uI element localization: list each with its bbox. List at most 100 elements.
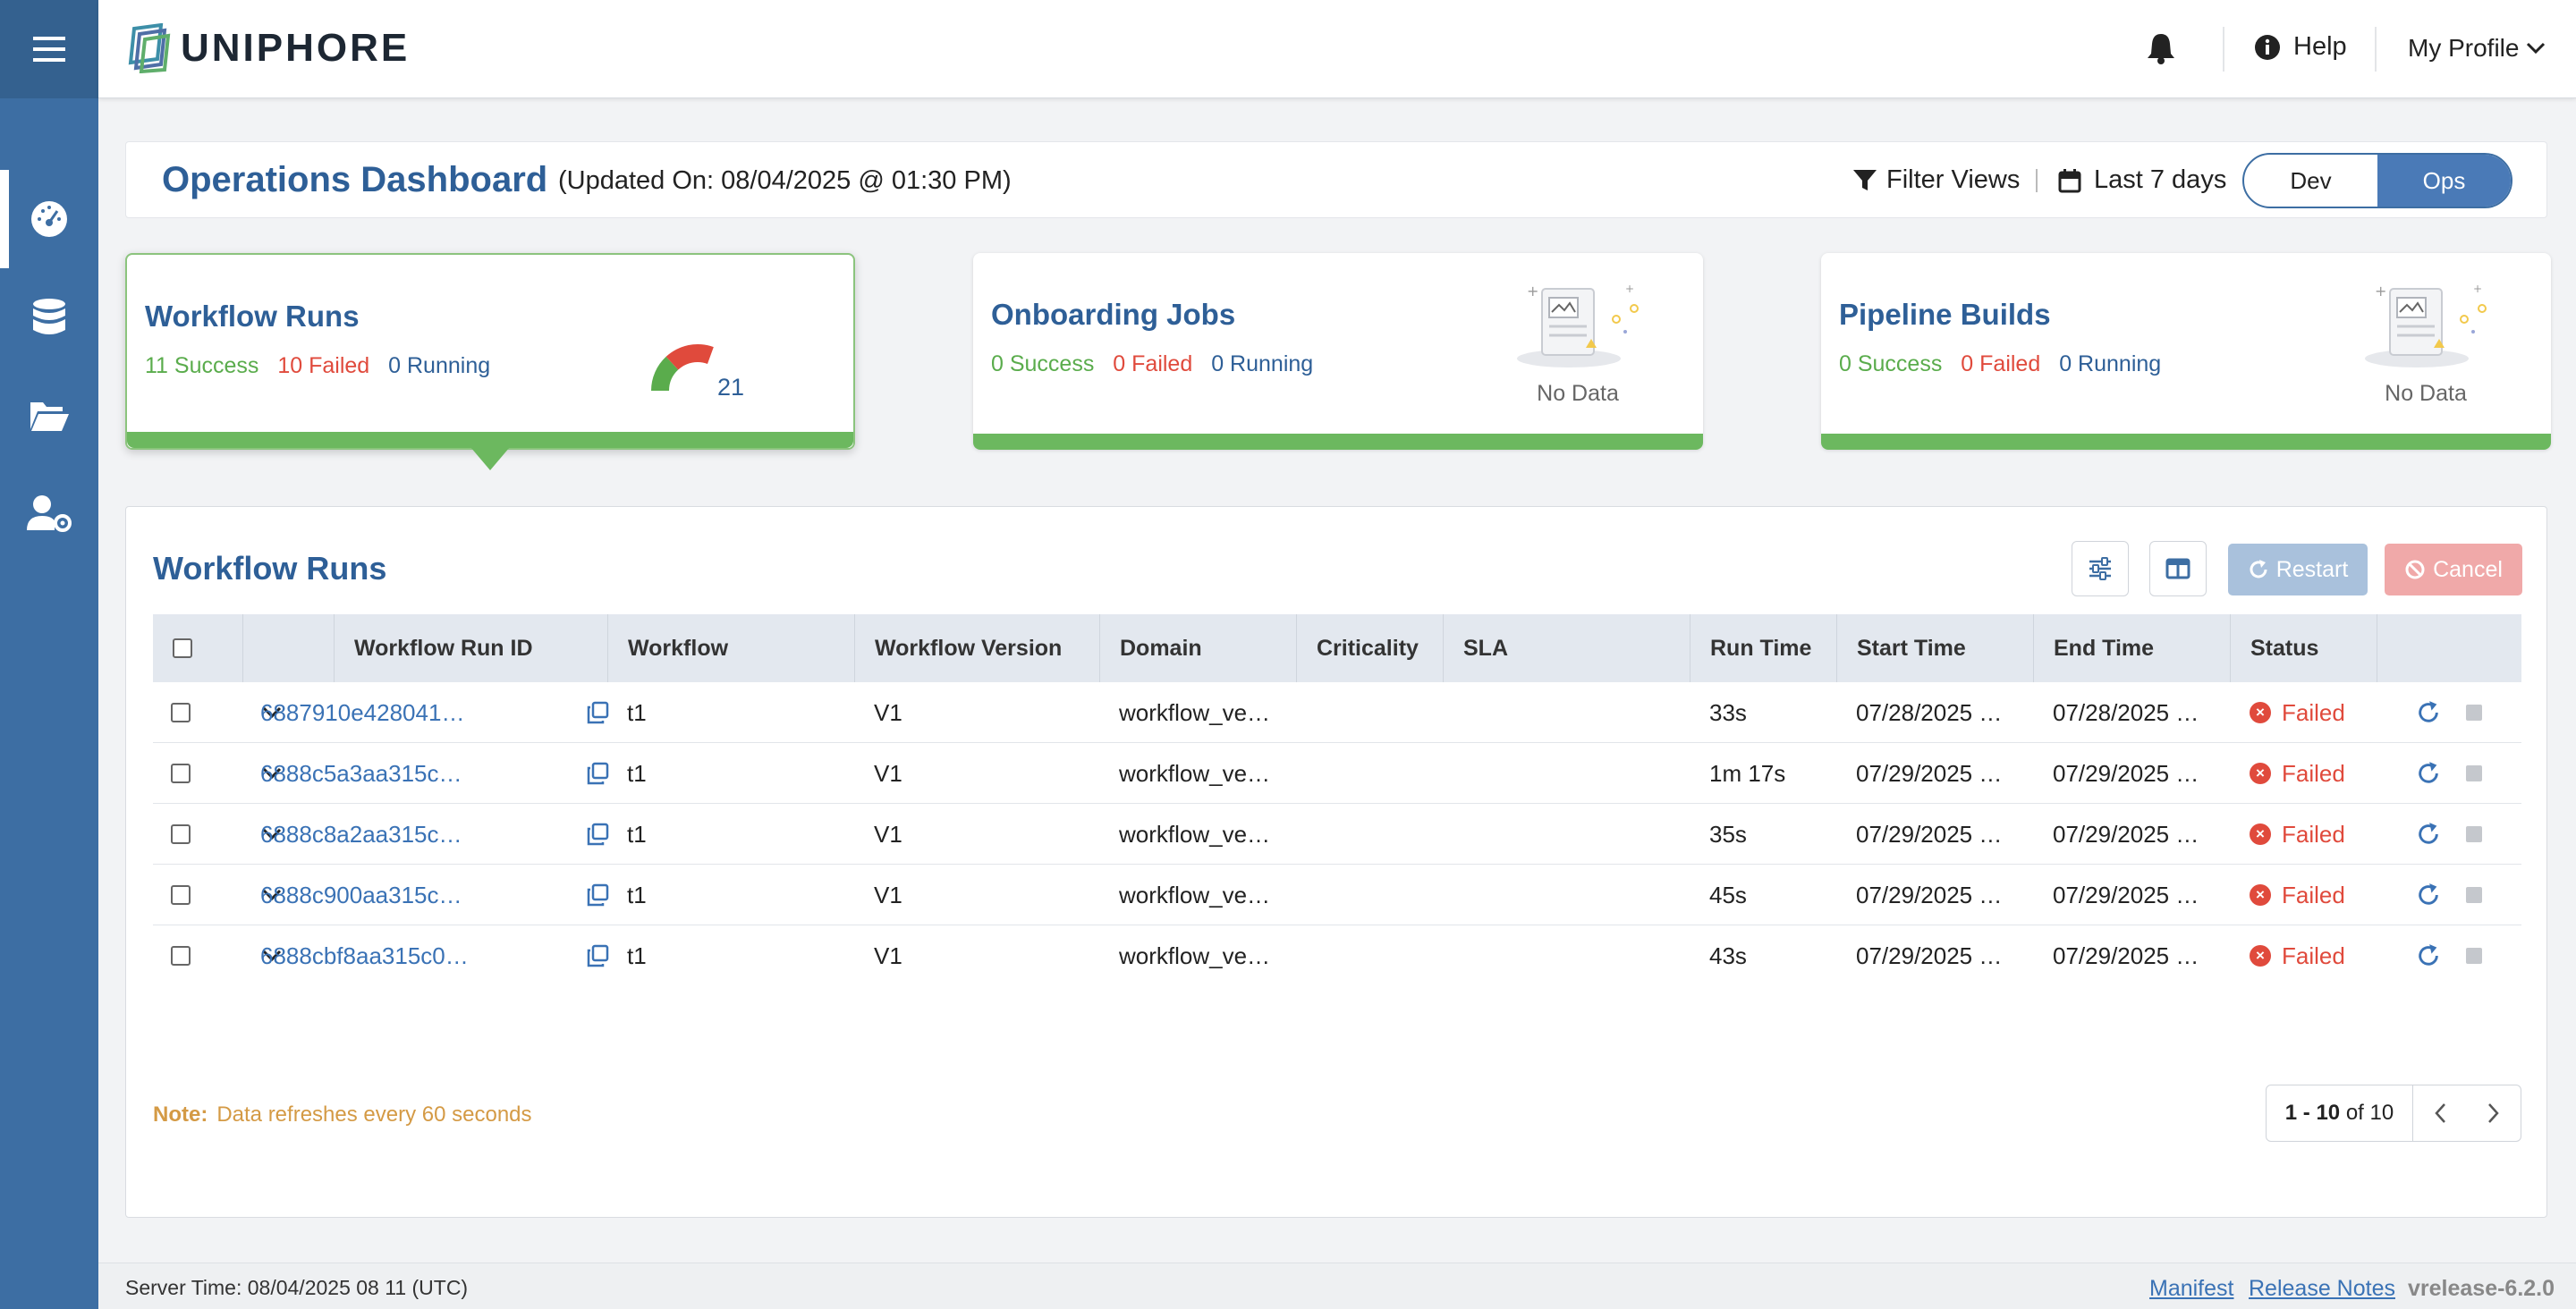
table-row[interactable]: 6888c8a2aa315c… t1 V1 workflow_ve… 35s 07/29/… [153, 804, 2521, 865]
copy-icon [587, 701, 609, 724]
calendar-icon [2058, 168, 2081, 192]
row-stop-button[interactable] [2466, 804, 2502, 865]
select-all-checkbox[interactable] [173, 638, 192, 658]
pipeline-builds-card[interactable]: Pipeline Builds 0 Success 0 Failed 0 Run… [1821, 253, 2551, 450]
row-restart-button[interactable] [2416, 743, 2452, 804]
copy-icon [587, 823, 609, 846]
criticality-cell [1316, 804, 1441, 865]
row-restart-button[interactable] [2416, 865, 2452, 925]
copy-id-button[interactable] [586, 865, 622, 925]
my-profile-menu[interactable]: My Profile [2408, 34, 2546, 63]
row-checkbox[interactable] [171, 824, 191, 844]
prev-page-button[interactable] [2413, 1085, 2467, 1142]
stop-icon [2466, 765, 2482, 781]
stop-icon [2466, 887, 2482, 903]
row-restart-button[interactable] [2416, 682, 2452, 743]
row-checkbox[interactable] [171, 946, 191, 966]
card-status-bar [127, 432, 853, 448]
col-header-domain[interactable]: Domain [1099, 614, 1296, 682]
separator [2036, 169, 2038, 192]
column-layout-button[interactable] [2149, 541, 2207, 596]
toggle-ops[interactable]: Ops [2377, 155, 2511, 207]
card-stats: 0 Success 0 Failed 0 Running [1839, 351, 2161, 377]
col-header-version[interactable]: Workflow Version [854, 614, 1099, 682]
col-header-start-time[interactable]: Start Time [1836, 614, 2033, 682]
brand-name: UNIPHORE [181, 26, 411, 70]
release-notes-link[interactable]: Release Notes [2249, 1276, 2395, 1302]
copy-id-button[interactable] [586, 743, 622, 804]
copy-id-button[interactable] [586, 682, 622, 743]
end-time-cell: 07/29/2025 … [2053, 820, 2199, 848]
copy-id-button[interactable] [586, 804, 622, 865]
run-id-cell[interactable]: 6888c8a2aa315c… [260, 804, 482, 865]
sidebar-item-files[interactable] [0, 367, 98, 465]
stop-icon [2466, 826, 2482, 842]
criticality-cell [1316, 925, 1441, 968]
dev-ops-toggle: Dev Ops [2242, 153, 2512, 208]
run-id-cell[interactable]: 6887910e428041… [260, 682, 482, 743]
restart-icon [2250, 560, 2267, 578]
ban-icon [2405, 560, 2425, 579]
table-row[interactable]: 6887910e428041… t1 V1 workflow_ve… 33s 07/28/… [153, 682, 2521, 743]
row-stop-button[interactable] [2466, 743, 2502, 804]
selected-card-pointer [470, 447, 510, 470]
run-id-cell[interactable]: 6888cbf8aa315c0… [260, 925, 482, 969]
manifest-link[interactable]: Manifest [2149, 1276, 2233, 1302]
workflow-runs-card[interactable]: Workflow Runs 11 Success 10 Failed 0 Run… [125, 253, 855, 450]
columns-icon [2165, 558, 2190, 579]
folder-open-icon [30, 402, 69, 431]
sidebar-item-dashboard[interactable] [0, 170, 98, 268]
date-range-picker[interactable]: Last 7 days [2058, 165, 2226, 195]
run-id-cell[interactable]: 6888c900aa315c… [260, 865, 482, 925]
notifications-button[interactable] [2147, 32, 2175, 69]
col-header-run-id[interactable]: Workflow Run ID [334, 614, 607, 682]
copy-id-button[interactable] [586, 925, 622, 968]
svg-text:+: + [1527, 283, 1538, 300]
help-label: Help [2293, 32, 2347, 61]
col-header-criticality[interactable]: Criticality [1296, 614, 1443, 682]
workflow-cell: t1 [627, 881, 647, 908]
card-stats: 0 Success 0 Failed 0 Running [991, 351, 1313, 377]
table-row[interactable]: 6888c5a3aa315c… t1 V1 workflow_ve… 1m 17s 07/… [153, 743, 2521, 804]
no-data-label: No Data [1537, 381, 1619, 406]
row-restart-button[interactable] [2416, 804, 2452, 865]
success-count: 0 Success [1839, 351, 1943, 376]
info-icon [2255, 34, 2280, 60]
column-filter-button[interactable] [2072, 541, 2129, 596]
sidebar-item-data[interactable] [0, 268, 98, 367]
restart-button[interactable]: Restart [2228, 544, 2368, 595]
col-header-end-time[interactable]: End Time [2033, 614, 2230, 682]
row-stop-button[interactable] [2466, 865, 2502, 925]
cancel-button[interactable]: Cancel [2385, 544, 2522, 595]
note-text: Data refreshes every 60 seconds [216, 1102, 532, 1127]
next-page-button[interactable] [2467, 1085, 2521, 1142]
col-header-sla[interactable]: SLA [1443, 614, 1690, 682]
col-header-status[interactable]: Status [2230, 614, 2377, 682]
row-stop-button[interactable] [2466, 925, 2502, 968]
sidebar-item-user-settings[interactable] [0, 465, 98, 563]
no-data-label: No Data [2385, 381, 2467, 406]
hamburger-icon [33, 37, 65, 62]
criticality-cell [1316, 865, 1441, 925]
filter-views-label: Filter Views [1886, 165, 2021, 194]
domain-cell: workflow_ve… [1119, 698, 1271, 726]
menu-toggle-button[interactable] [0, 0, 98, 98]
pagination: 1 - 10 of 10 [2266, 1085, 2521, 1142]
col-header-workflow[interactable]: Workflow [607, 614, 854, 682]
row-checkbox[interactable] [171, 885, 191, 905]
table-row[interactable]: 6888cbf8aa315c0… t1 V1 workflow_ve… 43s 07/29… [153, 925, 2521, 968]
table-row[interactable]: 6888c900aa315c… t1 V1 workflow_ve… 45s 07/29/… [153, 865, 2521, 925]
row-stop-button[interactable] [2466, 682, 2502, 743]
brand-logo[interactable]: UNIPHORE [125, 23, 410, 73]
status-cell: × Failed [2250, 682, 2384, 743]
sla-cell [1462, 682, 1677, 743]
filter-views-button[interactable]: Filter Views [1852, 165, 2020, 195]
row-checkbox[interactable] [171, 764, 191, 783]
row-restart-button[interactable] [2416, 925, 2452, 968]
run-id-cell[interactable]: 6888c5a3aa315c… [260, 743, 482, 804]
onboarding-jobs-card[interactable]: Onboarding Jobs 0 Success 0 Failed 0 Run… [973, 253, 1703, 450]
col-header-run-time[interactable]: Run Time [1690, 614, 1836, 682]
help-button[interactable]: Help [2254, 32, 2347, 62]
toggle-dev[interactable]: Dev [2244, 155, 2377, 207]
row-checkbox[interactable] [171, 703, 191, 722]
